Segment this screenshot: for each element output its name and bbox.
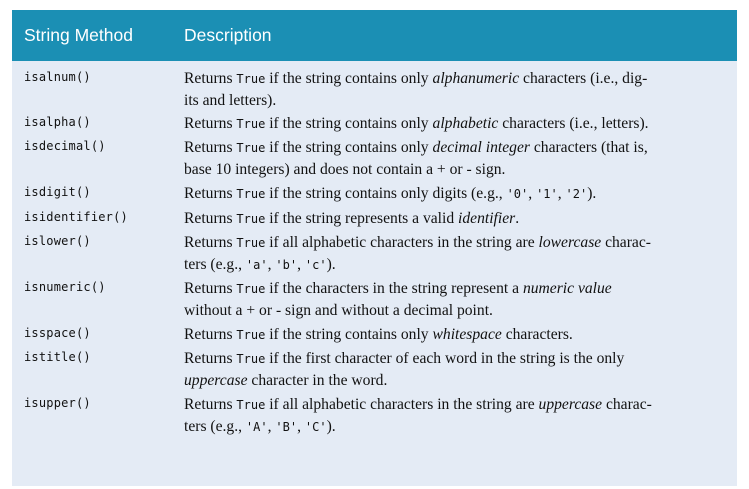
column-header-method: String Method bbox=[24, 25, 133, 45]
method-description: Returns True if the string represents a … bbox=[184, 210, 520, 227]
method-name: isdigit() bbox=[24, 185, 91, 199]
method-description: Returns True if the string contains only… bbox=[184, 185, 597, 202]
method-description: Returns True if the first character of e… bbox=[184, 350, 625, 389]
method-description: Returns True if the string contains only… bbox=[184, 115, 649, 132]
table-row: isspace() Returns True if the string con… bbox=[12, 324, 737, 348]
method-description: Returns True if the characters in the st… bbox=[184, 280, 612, 319]
string-methods-table: String Method Description isalnum() Retu… bbox=[12, 10, 737, 486]
table-row: islower() Returns True if all alphabetic… bbox=[12, 232, 737, 278]
method-description: Returns True if the string contains only… bbox=[184, 70, 648, 109]
table-row: isdecimal() Returns True if the string c… bbox=[12, 137, 737, 183]
table-row: isalnum() Returns True if the string con… bbox=[12, 68, 737, 113]
table-row: isalpha() Returns True if the string con… bbox=[12, 113, 737, 137]
method-name: islower() bbox=[24, 234, 91, 248]
method-description: Returns True if all alphabetic character… bbox=[184, 234, 651, 273]
method-name: isalpha() bbox=[24, 115, 91, 129]
table-row: isidentifier() Returns True if the strin… bbox=[12, 208, 737, 232]
table-row: isupper() Returns True if all alphabetic… bbox=[12, 394, 737, 440]
method-name: isdecimal() bbox=[24, 139, 106, 153]
method-description: Returns True if all alphabetic character… bbox=[184, 396, 652, 435]
table-row: isnumeric() Returns True if the characte… bbox=[12, 278, 737, 324]
method-name: istitle() bbox=[24, 350, 91, 364]
method-name: isalnum() bbox=[24, 70, 91, 84]
method-name: isidentifier() bbox=[24, 210, 128, 224]
table-body: isalnum() Returns True if the string con… bbox=[12, 68, 737, 440]
table-row: istitle() Returns True if the first char… bbox=[12, 348, 737, 394]
method-name: isnumeric() bbox=[24, 280, 106, 294]
column-header-description: Description bbox=[184, 25, 272, 45]
method-name: isupper() bbox=[24, 396, 91, 410]
method-description: Returns True if the string contains only… bbox=[184, 326, 573, 343]
table-header: String Method Description bbox=[12, 10, 737, 61]
method-description: Returns True if the string contains only… bbox=[184, 139, 648, 178]
table-row: isdigit() Returns True if the string con… bbox=[12, 183, 737, 208]
method-name: isspace() bbox=[24, 326, 91, 340]
